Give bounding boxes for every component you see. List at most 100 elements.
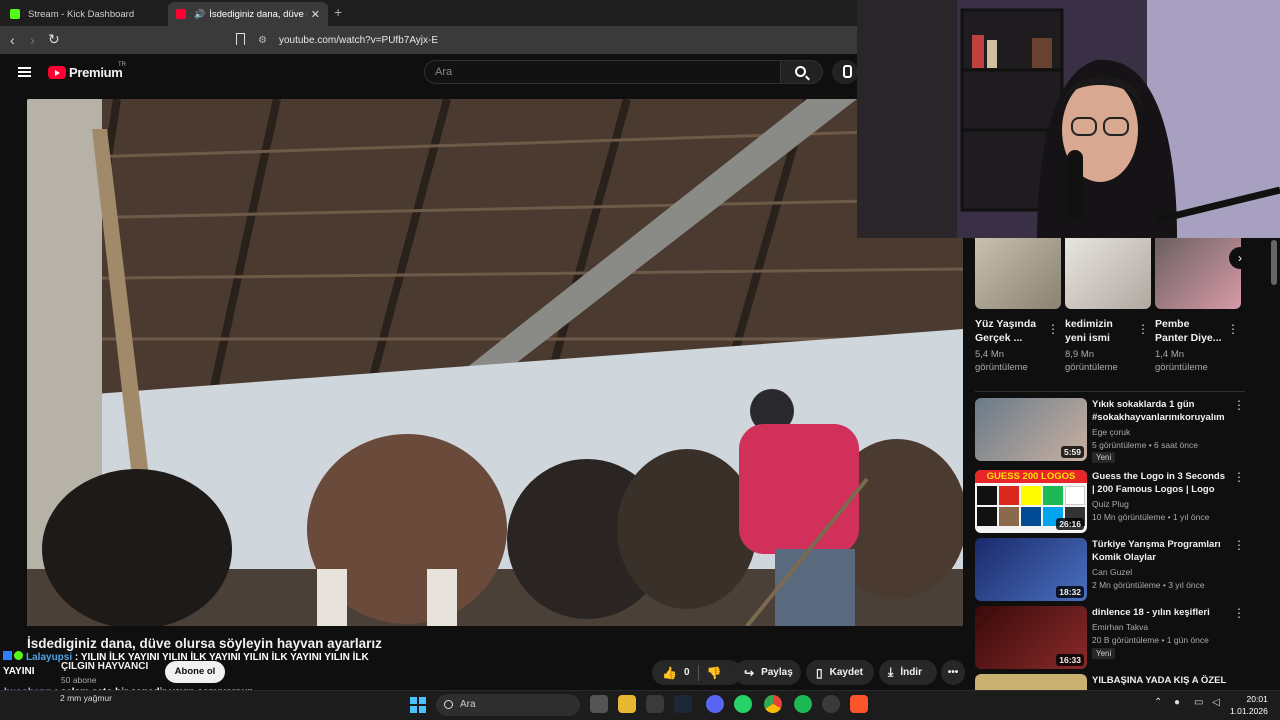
video-channel[interactable]: Can Guzel bbox=[1092, 567, 1132, 577]
search-icon bbox=[795, 66, 806, 77]
short-thumbnail[interactable] bbox=[1065, 238, 1151, 309]
more-icon: ••• bbox=[947, 667, 959, 678]
clock-date: 1.01.2026 bbox=[1230, 706, 1268, 716]
more-options-icon[interactable]: ⋮ bbox=[1233, 470, 1245, 484]
microphone-icon[interactable]: ● bbox=[1174, 697, 1180, 708]
video-channel[interactable]: Emirhan Takva bbox=[1092, 622, 1148, 632]
scrollbar[interactable] bbox=[1271, 240, 1277, 285]
video-player[interactable] bbox=[27, 99, 963, 626]
bookmark-icon[interactable] bbox=[236, 33, 245, 45]
more-options-icon[interactable]: ⋮ bbox=[1047, 322, 1059, 336]
video-channel[interactable]: Ege çoruk bbox=[1092, 427, 1130, 437]
dislike-icon[interactable]: 👎 bbox=[707, 666, 722, 680]
video-channel[interactable]: Quiz Plug bbox=[1092, 499, 1129, 509]
tab-label: Stream - Kick Dashboard bbox=[28, 8, 135, 20]
video-thumbnail[interactable]: GUESS 200 LOGOS 26:16 bbox=[975, 470, 1087, 533]
forward-icon[interactable]: › bbox=[30, 32, 35, 48]
taskbar-search[interactable]: Ara bbox=[436, 694, 580, 716]
discord-icon[interactable] bbox=[706, 695, 724, 713]
search-button[interactable] bbox=[781, 60, 823, 84]
video-thumbnail[interactable] bbox=[975, 674, 1087, 690]
video-meta: 5 görüntüleme • 6 saat önce bbox=[1092, 440, 1198, 450]
site-info-icon[interactable]: ⚙ bbox=[258, 35, 267, 46]
badge-icon bbox=[3, 651, 12, 660]
recommended-video[interactable]: YILBAŞINA YADA KIŞ A ÖZEL bbox=[975, 674, 1245, 690]
store-icon[interactable] bbox=[646, 695, 664, 713]
voice-search-button[interactable] bbox=[832, 60, 858, 84]
youtube-logo-icon[interactable] bbox=[48, 66, 66, 79]
save-label: Kaydet bbox=[829, 667, 863, 678]
new-badge: Yeni bbox=[1092, 452, 1116, 463]
start-button[interactable] bbox=[410, 697, 426, 713]
short-card[interactable]: Yüz Yaşında Gerçek ... 5,4 Mn görüntülem… bbox=[975, 238, 1061, 374]
new-tab-button[interactable]: + bbox=[334, 4, 342, 20]
system-clock[interactable]: 20:01 1.01.2026 bbox=[1230, 693, 1268, 717]
youtube-brand[interactable]: Premium bbox=[69, 65, 123, 80]
chrome-icon[interactable] bbox=[764, 695, 782, 713]
kick-icon bbox=[10, 9, 20, 19]
url-field[interactable]: ⚙ youtube.com/watch?v=PUfb7Ayjx-E bbox=[258, 31, 858, 49]
more-options-icon[interactable]: ⋮ bbox=[1227, 322, 1239, 336]
steam-icon[interactable] bbox=[674, 695, 692, 713]
short-thumbnail[interactable] bbox=[1155, 238, 1241, 309]
volume-icon[interactable]: ◁ bbox=[1212, 697, 1220, 708]
back-icon[interactable]: ‹ bbox=[10, 32, 15, 48]
recommended-video[interactable]: 5:59 Yıkık sokaklarda 1 gün #sokakhayvan… bbox=[975, 398, 1245, 463]
download-button[interactable]: ⤓ İndir bbox=[879, 660, 937, 685]
recommended-video[interactable]: 18:32 Türkiye Yarışma Programları Komik … bbox=[975, 538, 1245, 602]
more-options-icon[interactable]: ⋮ bbox=[1233, 538, 1245, 552]
chevron-up-icon[interactable]: ⌃ bbox=[1154, 697, 1162, 708]
video-title[interactable]: Türkiye Yarışma Programları Komik Olayla… bbox=[1092, 538, 1227, 564]
obs-icon[interactable] bbox=[822, 695, 840, 713]
video-duration: 18:32 bbox=[1056, 586, 1084, 598]
short-title[interactable]: kedimizin yeni ismi bbox=[1065, 317, 1135, 345]
short-views: 5,4 Mn görüntüleme bbox=[975, 349, 1028, 373]
more-actions-button[interactable]: ••• bbox=[941, 660, 965, 685]
video-title[interactable]: YILBAŞINA YADA KIŞ A ÖZEL bbox=[1092, 674, 1227, 687]
video-title[interactable]: Yıkık sokaklarda 1 gün #sokakhayvanların… bbox=[1092, 398, 1227, 425]
brave-icon[interactable] bbox=[850, 695, 868, 713]
tab-label: İsdediginiz dana, düve olursa bbox=[209, 8, 307, 20]
short-thumbnail[interactable] bbox=[975, 238, 1061, 309]
weather-widget[interactable]: 2 mm yağmur bbox=[60, 693, 112, 703]
share-button[interactable]: ↪ Paylaş bbox=[734, 660, 801, 685]
recommended-video[interactable]: GUESS 200 LOGOS 26:16 Guess the Logo in … bbox=[975, 470, 1245, 534]
more-options-icon[interactable]: ⋮ bbox=[1137, 322, 1149, 336]
screen: Stream - Kick Dashboard 🔊 İsdediginiz da… bbox=[0, 0, 1280, 720]
video-title[interactable]: Guess the Logo in 3 Seconds | 200 Famous… bbox=[1092, 470, 1227, 497]
more-options-icon[interactable]: ⋮ bbox=[1233, 398, 1245, 412]
more-options-icon[interactable]: ⋮ bbox=[1233, 606, 1245, 620]
like-count[interactable]: 0 bbox=[684, 667, 690, 678]
like-icon[interactable]: 👍 bbox=[662, 666, 677, 680]
menu-icon[interactable] bbox=[18, 67, 31, 77]
short-title[interactable]: Yüz Yaşında Gerçek ... bbox=[975, 317, 1045, 345]
youtube-icon bbox=[176, 9, 186, 19]
chat-message: Lalayupsi : YILIN İLK YAYINI YILIN İLK Y… bbox=[3, 651, 378, 679]
spotify-icon[interactable] bbox=[794, 695, 812, 713]
video-thumbnail[interactable]: 18:32 bbox=[975, 538, 1087, 601]
clock-time: 20:01 bbox=[1246, 694, 1268, 704]
save-button[interactable]: ▯ Kaydet bbox=[806, 660, 874, 685]
video-frame bbox=[27, 99, 963, 626]
recommended-video[interactable]: 16:33 dinlence 18 - yılın keşifleri Emir… bbox=[975, 606, 1245, 670]
tab-youtube-video[interactable]: 🔊 İsdediginiz dana, düve olursa ✕ bbox=[168, 2, 328, 26]
shorts-next-button[interactable]: › bbox=[1229, 247, 1251, 269]
video-thumbnail[interactable]: 16:33 bbox=[975, 606, 1087, 669]
new-badge: Yeni bbox=[1092, 648, 1116, 659]
close-icon[interactable]: ✕ bbox=[311, 8, 320, 21]
short-title[interactable]: Pembe Panter Diye... bbox=[1155, 317, 1225, 345]
network-icon[interactable]: ▭ bbox=[1194, 697, 1203, 708]
file-explorer-icon[interactable] bbox=[618, 695, 636, 713]
tab-kick-dashboard[interactable]: Stream - Kick Dashboard bbox=[2, 2, 164, 26]
whatsapp-icon[interactable] bbox=[734, 695, 752, 713]
url-text: youtube.com/watch?v=PUfb7Ayjx-E bbox=[278, 34, 439, 46]
video-thumbnail[interactable]: 5:59 bbox=[975, 398, 1087, 461]
video-duration: 16:33 bbox=[1056, 654, 1084, 666]
reload-icon[interactable]: ↻ bbox=[48, 31, 60, 48]
video-title[interactable]: dinlence 18 - yılın keşifleri bbox=[1092, 606, 1227, 619]
taskbar bbox=[0, 690, 1280, 720]
search-input[interactable]: Ara bbox=[424, 60, 781, 84]
save-icon: ▯ bbox=[816, 665, 823, 680]
task-view-icon[interactable] bbox=[590, 695, 608, 713]
short-card[interactable]: kedimizin yeni ismi 8,9 Mn görüntüleme ⋮ bbox=[1065, 238, 1151, 374]
